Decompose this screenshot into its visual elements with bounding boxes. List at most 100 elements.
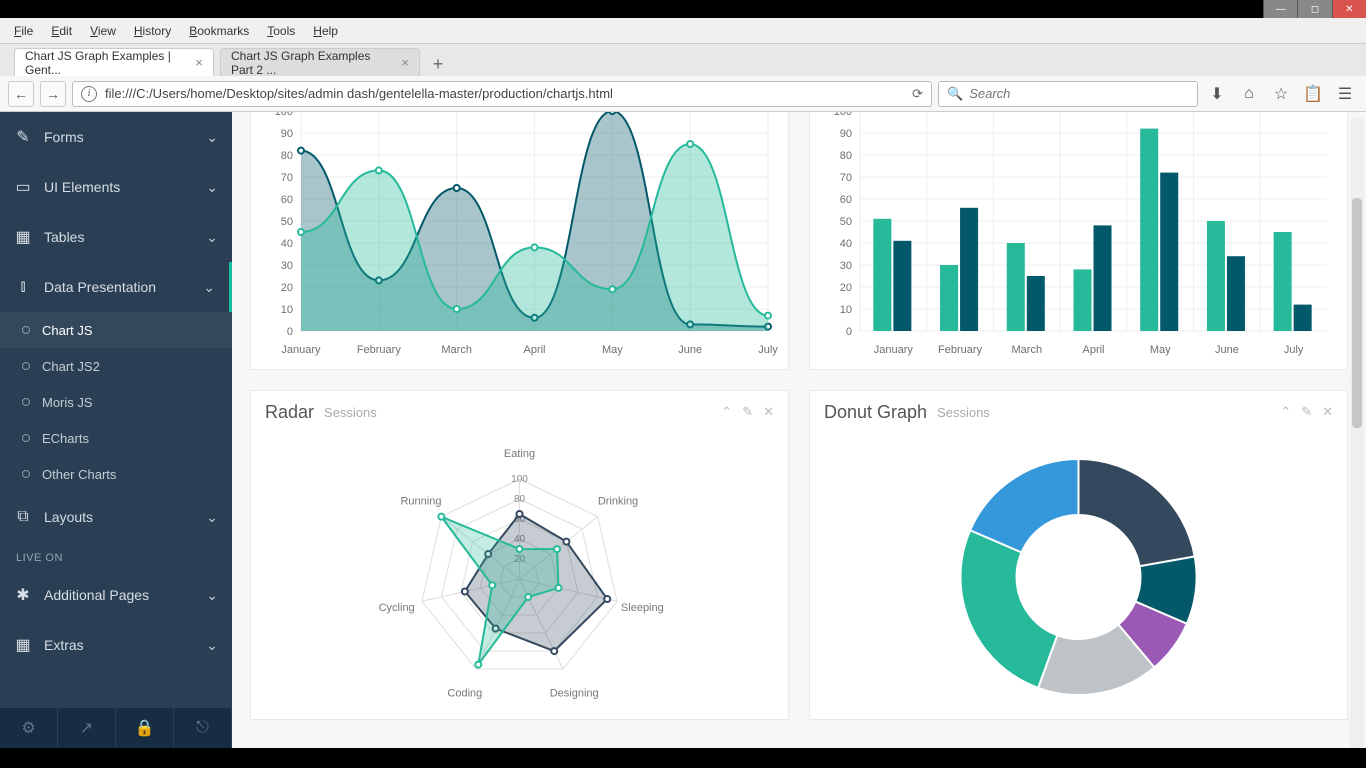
tab-close-icon[interactable]: ×: [401, 55, 409, 70]
sidebar-item-label: Layouts: [44, 509, 93, 525]
sidebar-item-icon: ▭: [14, 177, 32, 197]
svg-text:April: April: [523, 344, 545, 356]
sidebar-footer-icon[interactable]: ⚙: [0, 708, 58, 748]
panel-collapse-icon[interactable]: ⌃: [1280, 404, 1291, 420]
menu-history[interactable]: History: [126, 24, 179, 38]
svg-text:100: 100: [275, 112, 293, 118]
radar-subtitle: Sessions: [324, 405, 377, 420]
svg-text:Cycling: Cycling: [379, 602, 415, 614]
menu-view[interactable]: View: [82, 24, 124, 38]
panel-close-icon[interactable]: ✕: [1322, 404, 1333, 420]
main-content: 0102030405060708090100JanuaryFebruaryMar…: [232, 112, 1366, 748]
downloads-icon[interactable]: ⬇: [1204, 84, 1230, 104]
panel-wrench-icon[interactable]: ✎: [742, 404, 753, 420]
sidebar-item-icon: ▦: [14, 227, 32, 247]
menu-help[interactable]: Help: [305, 24, 346, 38]
sidebar-item-forms[interactable]: ✎ Forms: [0, 112, 232, 162]
browser-menubar: FileEditViewHistoryBookmarksToolsHelp: [0, 18, 1366, 44]
sidebar-subitem-chart-js2[interactable]: Chart JS2: [0, 348, 232, 384]
window-close-button[interactable]: ✕: [1332, 0, 1366, 18]
sidebar-item-icon: ✱: [14, 585, 32, 605]
site-info-icon[interactable]: i: [81, 86, 97, 102]
sidebar-item-label: Additional Pages: [44, 587, 149, 603]
sidebar-item-icon: ✎: [14, 127, 32, 147]
svg-text:May: May: [602, 344, 623, 356]
sidebar-item-icon: ⫾: [14, 278, 32, 296]
sidebar-item-additional-pages[interactable]: ✱ Additional Pages: [0, 570, 232, 620]
svg-text:Sleeping: Sleeping: [621, 602, 664, 614]
donut-title: Donut Graph: [824, 402, 927, 423]
library-icon[interactable]: 📋: [1300, 84, 1326, 104]
svg-text:May: May: [1150, 344, 1171, 356]
panel-wrench-icon[interactable]: ✎: [1301, 404, 1312, 420]
sidebar-item-label: Tables: [44, 229, 84, 245]
search-input[interactable]: [969, 86, 1189, 101]
sidebar-section-label: LIVE ON: [0, 542, 232, 570]
tab-close-icon[interactable]: ×: [195, 55, 203, 70]
taskbar: [0, 748, 1366, 768]
reload-icon[interactable]: ⟳: [912, 86, 923, 102]
sidebar: ✎ Forms ▭UI Elements ▦ Tables ⫾Data Presentat…: [0, 112, 232, 748]
donut-chart: [810, 433, 1347, 713]
svg-text:Designing: Designing: [550, 688, 599, 700]
svg-text:60: 60: [281, 194, 293, 206]
svg-text:July: July: [758, 344, 778, 356]
bar-chart: 0102030405060708090100JanuaryFebruaryMar…: [810, 112, 1347, 361]
browser-toolbar: ← → i ⟳ 🔍 ⬇ ⌂ ☆ 📋 ☰: [0, 76, 1366, 112]
search-bar[interactable]: 🔍: [938, 81, 1198, 107]
panel-close-icon[interactable]: ✕: [763, 404, 774, 420]
menu-file[interactable]: File: [6, 24, 41, 38]
sidebar-item-extras[interactable]: ▦Extras: [0, 620, 232, 670]
menu-edit[interactable]: Edit: [43, 24, 80, 38]
sidebar-subitem-chart-js[interactable]: Chart JS: [0, 312, 232, 348]
svg-text:10: 10: [281, 304, 293, 316]
window-maximize-button[interactable]: ◻: [1297, 0, 1331, 18]
sidebar-item-label: Forms: [44, 129, 84, 145]
forward-button[interactable]: →: [40, 81, 66, 107]
window-minimize-button[interactable]: —: [1263, 0, 1297, 18]
back-button[interactable]: ←: [8, 81, 34, 107]
sidebar-subitem-echarts[interactable]: ECharts: [0, 420, 232, 456]
svg-text:June: June: [678, 344, 702, 356]
svg-text:Eating: Eating: [504, 448, 535, 460]
line-chart-panel: 0102030405060708090100JanuaryFebruaryMar…: [250, 112, 789, 370]
address-bar[interactable]: i ⟳: [72, 81, 932, 107]
svg-text:70: 70: [840, 172, 852, 184]
svg-text:February: February: [357, 344, 402, 356]
panel-collapse-icon[interactable]: ⌃: [721, 404, 732, 420]
menu-tools[interactable]: Tools: [259, 24, 303, 38]
sidebar-item-ui-elements[interactable]: ▭UI Elements: [0, 162, 232, 212]
svg-text:30: 30: [840, 260, 852, 272]
radar-chart: 20406080100EatingDrinkingSleepingDesigni…: [251, 433, 788, 713]
sidebar-footer-icon[interactable]: ↗: [58, 708, 116, 748]
sidebar-subitem-other-charts[interactable]: Other Charts: [0, 456, 232, 492]
svg-text:80: 80: [840, 150, 852, 162]
sidebar-footer-icon[interactable]: 🔒: [116, 708, 174, 748]
svg-text:Drinking: Drinking: [598, 495, 638, 507]
svg-text:100: 100: [834, 112, 852, 118]
sidebar-item-tables[interactable]: ▦ Tables: [0, 212, 232, 262]
search-icon: 🔍: [947, 86, 963, 102]
browser-tab[interactable]: Chart JS Graph Examples Part 2 ...×: [220, 48, 420, 76]
window-controls: — ◻ ✕: [1263, 0, 1366, 18]
svg-text:50: 50: [281, 216, 293, 228]
svg-text:40: 40: [840, 238, 852, 250]
bookmark-star-icon[interactable]: ☆: [1268, 84, 1294, 104]
svg-text:0: 0: [287, 326, 293, 338]
sidebar-footer-icon[interactable]: ⎋: [174, 708, 232, 748]
sidebar-item-data-presentation[interactable]: ⫾Data Presentation: [0, 262, 232, 312]
scrollbar-vertical[interactable]: [1350, 118, 1364, 748]
sidebar-item-icon: ▦: [14, 635, 32, 655]
svg-text:April: April: [1082, 344, 1104, 356]
browser-tab[interactable]: Chart JS Graph Examples | Gent...×: [14, 48, 214, 76]
line-chart: 0102030405060708090100JanuaryFebruaryMar…: [251, 112, 788, 361]
donut-panel: Donut Graph Sessions ⌃ ✎ ✕: [809, 390, 1348, 720]
sidebar-item-layouts[interactable]: ⧉Layouts: [0, 492, 232, 542]
url-input[interactable]: [105, 86, 904, 101]
sidebar-subitem-moris-js[interactable]: Moris JS: [0, 384, 232, 420]
new-tab-button[interactable]: +: [426, 52, 450, 76]
home-icon[interactable]: ⌂: [1236, 85, 1262, 103]
menu-bookmarks[interactable]: Bookmarks: [181, 24, 257, 38]
menu-hamburger-icon[interactable]: ☰: [1332, 84, 1358, 104]
svg-text:50: 50: [840, 216, 852, 228]
